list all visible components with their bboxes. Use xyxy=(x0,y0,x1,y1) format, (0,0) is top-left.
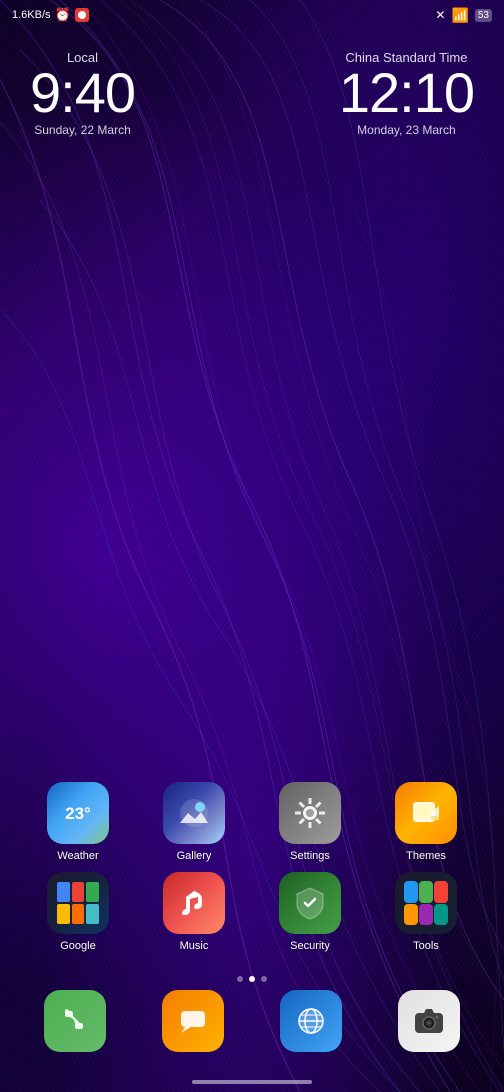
app-item-security[interactable]: Security xyxy=(270,872,350,952)
app-item-settings[interactable]: Settings xyxy=(270,782,350,862)
google-label: Google xyxy=(60,940,95,952)
app-item-tools[interactable]: Tools xyxy=(386,872,466,952)
security-svg xyxy=(291,884,329,922)
settings-label: Settings xyxy=(290,850,330,862)
phone-icon xyxy=(44,990,106,1052)
local-label: Local xyxy=(67,50,98,65)
gallery-svg xyxy=(176,795,212,831)
gallery-label: Gallery xyxy=(177,850,212,862)
themes-svg xyxy=(407,794,445,832)
recording-indicator xyxy=(75,8,89,22)
music-icon xyxy=(163,872,225,934)
messages-svg xyxy=(175,1003,211,1039)
tools-label: Tools xyxy=(413,940,439,952)
battery-indicator: 53 xyxy=(475,9,492,22)
dock-item-phone[interactable] xyxy=(44,990,106,1052)
google-icon xyxy=(47,872,109,934)
weather-icon: 23° xyxy=(47,782,109,844)
x-icon: ✕ xyxy=(435,8,445,22)
app-item-themes[interactable]: Themes xyxy=(386,782,466,862)
dock-item-messages[interactable] xyxy=(162,990,224,1052)
weather-display: 23° xyxy=(65,805,91,822)
status-left: 1.6KB/s ⏰ xyxy=(12,7,89,23)
browser-icon xyxy=(280,990,342,1052)
music-svg xyxy=(176,885,212,921)
wifi-icon: 📶 xyxy=(451,7,468,24)
local-clock: Local 9:40 Sunday, 22 March xyxy=(30,50,135,137)
app-item-weather[interactable]: 23° Weather xyxy=(38,782,118,862)
security-icon xyxy=(279,872,341,934)
app-row-2: Google Music Security xyxy=(20,872,484,952)
dock xyxy=(16,982,488,1060)
gallery-icon xyxy=(163,782,225,844)
status-bar: 1.6KB/s ⏰ ✕ 📶 53 xyxy=(0,0,504,30)
phone-svg xyxy=(57,1003,93,1039)
messages-icon xyxy=(162,990,224,1052)
settings-svg xyxy=(291,794,329,832)
app-item-gallery[interactable]: Gallery xyxy=(154,782,234,862)
china-label: China Standard Time xyxy=(345,50,467,65)
china-clock: China Standard Time 12:10 Monday, 23 Mar… xyxy=(339,50,474,137)
app-item-music[interactable]: Music xyxy=(154,872,234,952)
local-date: Sunday, 22 March xyxy=(34,123,131,137)
music-label: Music xyxy=(180,940,209,952)
settings-icon xyxy=(279,782,341,844)
china-date: Monday, 23 March xyxy=(357,123,456,137)
camera-icon xyxy=(398,990,460,1052)
app-grid: 23° Weather Gallery xyxy=(0,782,504,962)
alarm-icon: ⏰ xyxy=(55,7,71,23)
security-label: Security xyxy=(290,940,330,952)
camera-svg xyxy=(411,1003,447,1039)
app-row-1: 23° Weather Gallery xyxy=(20,782,484,862)
dock-item-browser[interactable] xyxy=(280,990,342,1052)
google-grid xyxy=(53,878,103,928)
browser-svg xyxy=(293,1003,329,1039)
dock-item-camera[interactable] xyxy=(398,990,460,1052)
tools-icon xyxy=(395,872,457,934)
clock-section: Local 9:40 Sunday, 22 March China Standa… xyxy=(0,50,504,137)
network-speed: 1.6KB/s xyxy=(12,9,51,21)
weather-label: Weather xyxy=(57,850,98,862)
home-bar[interactable] xyxy=(192,1080,312,1084)
local-time: 9:40 xyxy=(30,65,135,121)
themes-label: Themes xyxy=(406,850,446,862)
tools-grid xyxy=(399,876,453,930)
china-time: 12:10 xyxy=(339,65,474,121)
themes-icon xyxy=(395,782,457,844)
battery-level: 53 xyxy=(478,10,489,21)
status-right: ✕ 📶 53 xyxy=(435,7,492,24)
app-item-google[interactable]: Google xyxy=(38,872,118,952)
